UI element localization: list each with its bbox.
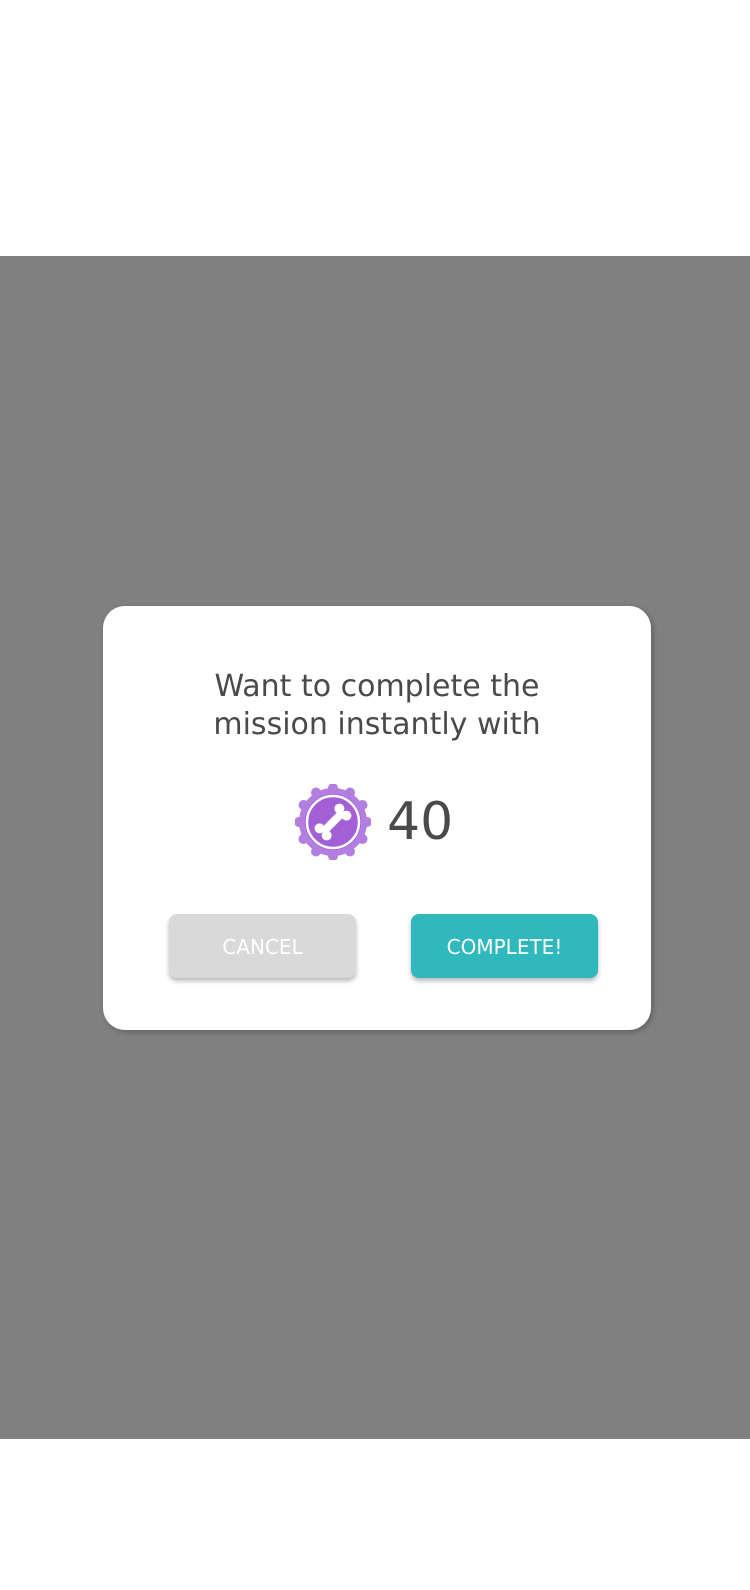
dialog-message-line-1: Want to complete the (214, 669, 540, 704)
complete-button[interactable]: COMPLETE! (411, 914, 598, 978)
cost-value: 40 (387, 792, 454, 852)
dialog-message-line-2: mission instantly with (213, 707, 541, 742)
background-top (0, 0, 750, 256)
dialog-message: Want to complete the mission instantly w… (103, 668, 651, 744)
cost-row: 40 (103, 784, 651, 864)
cancel-button[interactable]: CANCEL (169, 914, 356, 978)
background-bottom (0, 1439, 750, 1590)
complete-mission-dialog: Want to complete the mission instantly w… (103, 606, 651, 1030)
bone-badge-icon (295, 784, 371, 860)
